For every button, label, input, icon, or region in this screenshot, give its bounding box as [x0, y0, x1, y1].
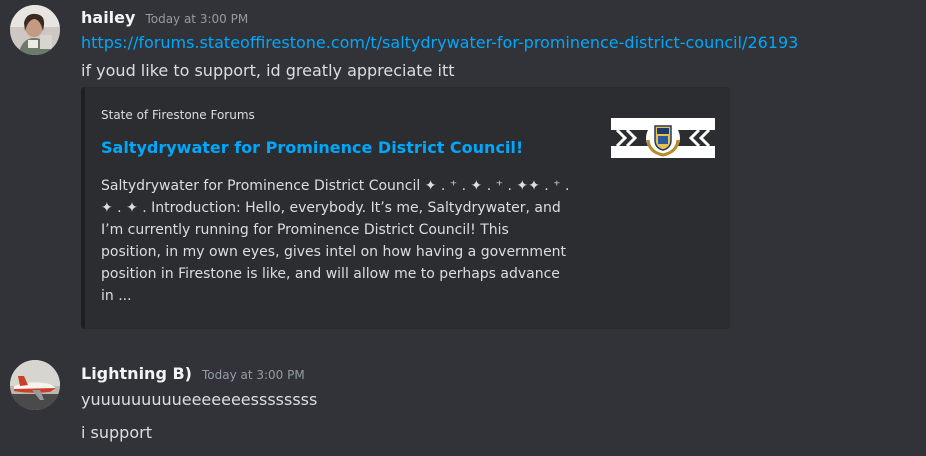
- embed-description-line: position in Firestone is like, and will …: [101, 266, 560, 282]
- embed-title[interactable]: Saltydrywater for Prominence District Co…: [101, 138, 523, 157]
- timestamp[interactable]: Today at 3:00 PM: [202, 368, 305, 382]
- timestamp[interactable]: Today at 3:00 PM: [145, 12, 248, 26]
- avatar[interactable]: [10, 5, 60, 55]
- embed-thumbnail[interactable]: [611, 118, 715, 158]
- embed-provider[interactable]: State of Firestone Forums: [101, 108, 255, 122]
- message-text: if youd like to support, id greatly appr…: [81, 61, 455, 80]
- message-lightning: Lightning B) Today at 3:00 PM yuuuuuuuuu…: [0, 350, 926, 456]
- link-embed: State of Firestone Forums Saltydrywater …: [81, 87, 730, 329]
- message-hailey: hailey Today at 3:00 PM https://forums.s…: [0, 0, 926, 340]
- embed-description: Saltydrywater for Prominence District Co…: [101, 175, 601, 307]
- embed-description-line: Saltydrywater for Prominence District Co…: [101, 178, 570, 194]
- username[interactable]: hailey: [81, 8, 135, 27]
- username[interactable]: Lightning B): [81, 364, 192, 383]
- avatar[interactable]: [10, 360, 60, 410]
- firestone-seal-icon: [611, 118, 715, 158]
- message-text: yuuuuuuuuueeeeeeessssssss: [81, 390, 318, 409]
- message-text: i support: [81, 423, 152, 442]
- message-link-line: https://forums.stateoffirestone.com/t/sa…: [81, 32, 798, 54]
- message-header: Lightning B) Today at 3:00 PM: [81, 364, 305, 383]
- embed-description-line: in ...: [101, 288, 132, 304]
- avatar-photo-icon: [10, 5, 60, 55]
- forum-link[interactable]: https://forums.stateoffirestone.com/t/sa…: [81, 33, 798, 52]
- avatar-airplane-icon: [10, 360, 60, 410]
- embed-description-line: ✦ . ✦ . Introduction: Hello, everybody. …: [101, 200, 561, 216]
- message-header: hailey Today at 3:00 PM: [81, 8, 248, 27]
- embed-description-line: I’m currently running for Prominence Dis…: [101, 222, 509, 238]
- embed-description-line: position, in my own eyes, gives intel on…: [101, 244, 567, 260]
